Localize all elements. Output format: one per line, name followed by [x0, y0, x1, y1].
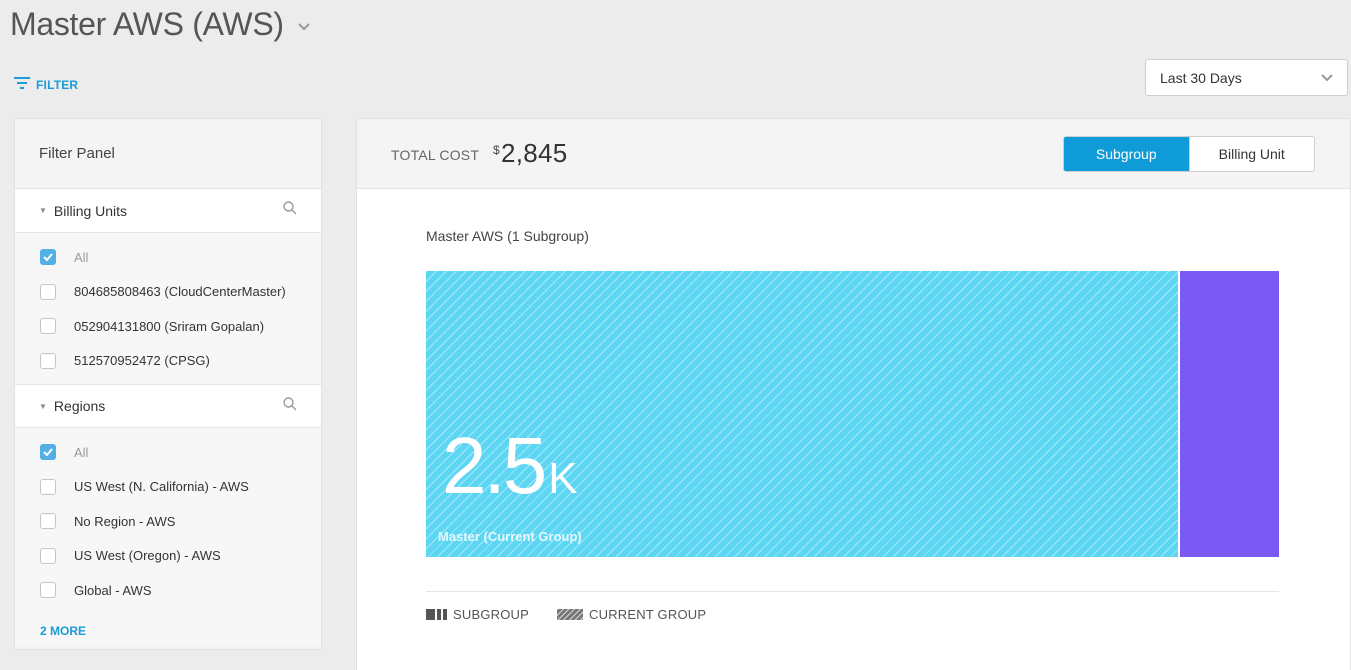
option-label: 804685808463 (CloudCenterMaster): [74, 284, 286, 300]
grouping-toggle: Subgroup Billing Unit: [1063, 136, 1315, 172]
legend-subgroup-label: SUBGROUP: [453, 607, 530, 622]
chevron-down-icon: [1321, 69, 1333, 87]
filter-panel-title: Filter Panel: [39, 145, 115, 162]
cost-card-header: TOTAL COST $ 2,845 Subgroup Billing Unit: [357, 119, 1350, 189]
option-label: US West (N. California) - AWS: [74, 479, 249, 495]
checkbox[interactable]: [40, 478, 56, 495]
current-group-caption: Master (Current Group): [438, 529, 582, 544]
currency-symbol: $: [493, 143, 500, 157]
option-label: 512570952472 (CPSG): [74, 353, 210, 369]
legend-divider: [426, 591, 1279, 592]
regions-section-header[interactable]: ▼ Regions: [15, 384, 321, 428]
chart-title: Master AWS (1 Subgroup): [426, 228, 589, 244]
billing-unit-option[interactable]: 804685808463 (CloudCenterMaster): [15, 275, 321, 310]
billing-units-section-header[interactable]: ▼ Billing Units: [15, 189, 321, 233]
current-group-value-unit: K: [548, 454, 578, 503]
region-option-all[interactable]: All: [15, 435, 321, 470]
option-label: All: [74, 249, 89, 265]
page-title-text: Master AWS (AWS): [10, 5, 284, 42]
chart-legend: SUBGROUP CURRENT GROUP: [426, 607, 734, 622]
checkbox[interactable]: [40, 513, 56, 530]
show-more-link[interactable]: 2 MORE: [15, 608, 321, 638]
filter-icon: [14, 76, 30, 94]
billing-unit-toggle-button[interactable]: Billing Unit: [1188, 137, 1315, 171]
billing-unit-option[interactable]: 512570952472 (CPSG): [15, 344, 321, 379]
filter-panel-header: Filter Panel: [15, 119, 321, 189]
current-group-value: 2.5K: [442, 426, 578, 506]
legend-item-subgroup: SUBGROUP: [426, 607, 529, 622]
checkbox-checked[interactable]: [40, 444, 56, 461]
current-group-value-number: 2.5: [442, 421, 547, 510]
cost-card: TOTAL COST $ 2,845 Subgroup Billing Unit…: [356, 118, 1351, 670]
subgroup-toggle-button[interactable]: Subgroup: [1064, 137, 1189, 171]
total-cost-value: 2,845: [501, 138, 568, 168]
filter-panel: Filter Panel ▼ Billing Units All 8046858…: [14, 118, 322, 650]
date-range-value: Last 30 Days: [1160, 69, 1242, 86]
billing-units-list: All 804685808463 (CloudCenterMaster) 052…: [15, 233, 321, 384]
chevron-down-icon[interactable]: [298, 18, 310, 36]
caret-down-icon: ▼: [39, 206, 47, 215]
regions-label: Regions: [53, 398, 106, 414]
current-group-bar[interactable]: 2.5K Master (Current Group): [426, 271, 1178, 557]
checkbox[interactable]: [40, 547, 56, 564]
region-option[interactable]: No Region - AWS: [15, 504, 321, 539]
option-label: Global - AWS: [74, 582, 152, 598]
page-title[interactable]: Master AWS (AWS): [10, 2, 310, 46]
option-label: All: [74, 444, 89, 460]
option-label: 052904131800 (Sriram Gopalan): [74, 318, 265, 334]
search-icon[interactable]: [283, 396, 297, 416]
subgroup-swatch-icon: [426, 609, 447, 620]
regions-list: All US West (N. California) - AWS No Reg…: [15, 428, 321, 644]
billing-unit-option[interactable]: 052904131800 (Sriram Gopalan): [15, 309, 321, 344]
legend-item-current-group: CURRENT GROUP: [557, 607, 706, 622]
region-option[interactable]: Global - AWS: [15, 573, 321, 608]
checkbox[interactable]: [40, 582, 56, 599]
billing-unit-option-all[interactable]: All: [15, 240, 321, 275]
legend-current-group-label: CURRENT GROUP: [589, 607, 707, 622]
caret-down-icon: ▼: [39, 401, 47, 411]
checkbox[interactable]: [40, 283, 56, 300]
region-option[interactable]: US West (Oregon) - AWS: [15, 539, 321, 574]
checkbox[interactable]: [40, 318, 56, 335]
total-cost-label: TOTAL COST: [391, 147, 480, 163]
option-label: No Region - AWS: [74, 513, 176, 529]
region-option[interactable]: US West (N. California) - AWS: [15, 470, 321, 505]
filter-label: FILTER: [36, 78, 79, 92]
search-icon[interactable]: [283, 201, 297, 220]
billing-units-label: Billing Units: [53, 202, 128, 219]
current-group-swatch-icon: [557, 609, 584, 620]
option-label: US West (Oregon) - AWS: [74, 548, 221, 564]
checkbox[interactable]: [40, 352, 56, 369]
filter-button[interactable]: FILTER: [14, 76, 78, 94]
checkbox-checked[interactable]: [40, 249, 56, 266]
subgroup-bar[interactable]: [1180, 271, 1279, 557]
date-range-select[interactable]: Last 30 Days: [1145, 59, 1348, 96]
